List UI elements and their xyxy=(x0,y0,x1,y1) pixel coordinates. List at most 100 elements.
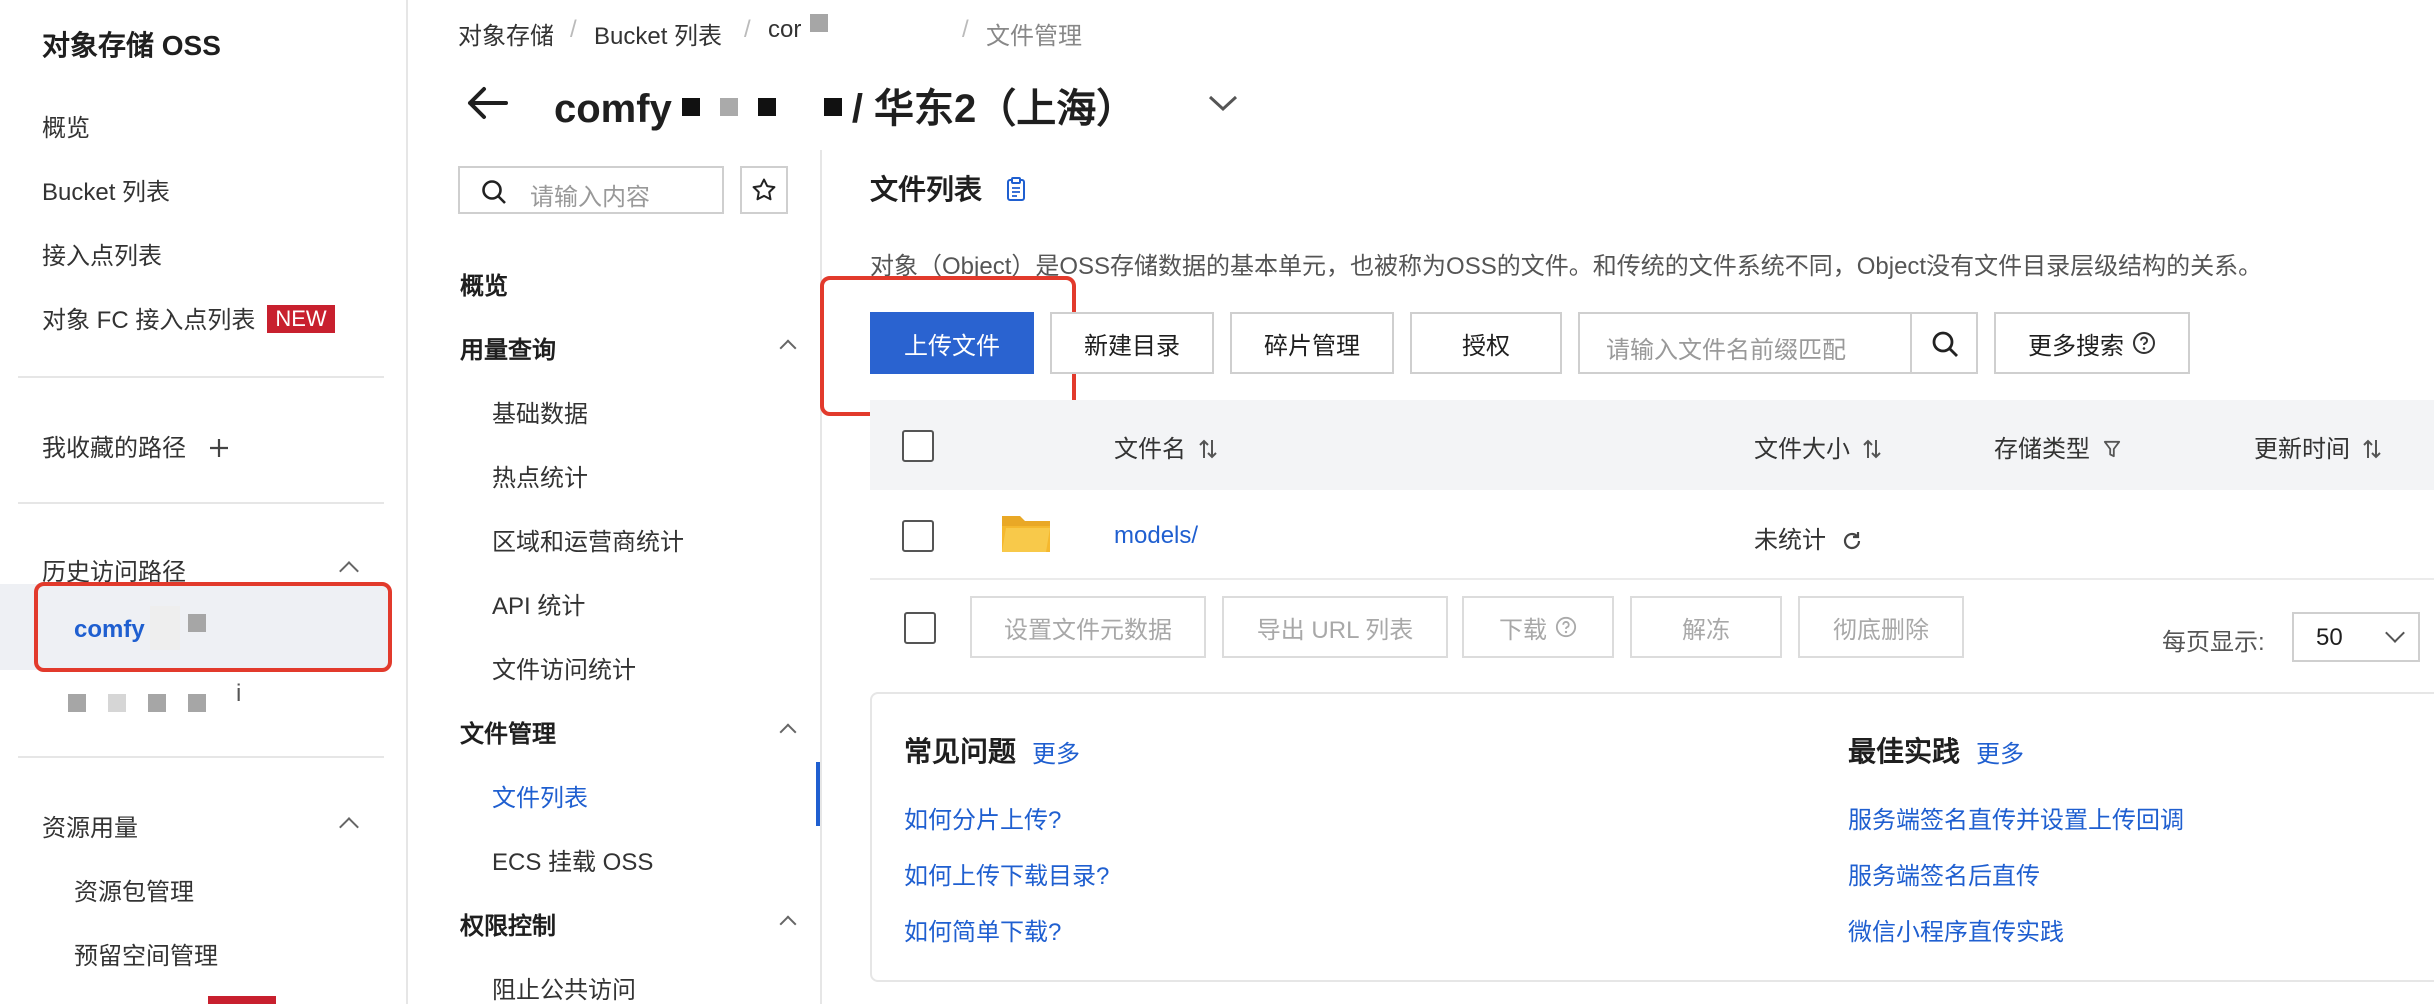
sidebar-item-resource-packages[interactable]: 资源包管理 xyxy=(74,872,194,907)
favorites-header[interactable]: 我收藏的路径 xyxy=(42,428,231,463)
chevron-up-icon[interactable] xyxy=(339,561,359,581)
best-practice-link-wechat[interactable]: 微信小程序直传实践 xyxy=(1848,912,2064,947)
nav-item-file-list[interactable]: 文件列表 xyxy=(492,778,588,813)
resource-header-label[interactable]: 资源用量 xyxy=(42,808,138,843)
plus-icon[interactable] xyxy=(207,436,231,460)
per-page-label: 每页显示: xyxy=(2162,629,2265,656)
breadcrumb-item-file-manage: 文件管理 xyxy=(986,23,1082,50)
redaction-mask xyxy=(108,694,126,712)
nav-item-ecs-mount[interactable]: ECS 挂载 OSS xyxy=(492,842,653,877)
help-card xyxy=(870,692,2434,982)
fragment-manage-button[interactable]: 碎片管理 xyxy=(1230,312,1394,374)
redaction-mask xyxy=(719,98,738,116)
nav-item-basic-data[interactable]: 基础数据 xyxy=(492,394,588,429)
breadcrumb-item-bucket-list[interactable]: Bucket 列表 xyxy=(594,16,722,51)
authorize-button[interactable]: 授权 xyxy=(1410,312,1562,374)
download-button[interactable]: 下载 xyxy=(1462,596,1614,658)
best-practice-more-link[interactable]: 更多 xyxy=(1976,734,2024,769)
highlight-box-upload xyxy=(820,276,1076,416)
divider xyxy=(18,502,384,504)
breadcrumb-separator: / xyxy=(570,16,577,43)
more-search-button[interactable]: 更多搜索 xyxy=(1994,312,2190,374)
per-page-select[interactable]: 50 xyxy=(2292,612,2420,662)
sidebar-item-overview[interactable]: 概览 xyxy=(42,108,90,143)
permanent-delete-button[interactable]: 彻底删除 xyxy=(1798,596,1964,658)
clipboard-icon[interactable] xyxy=(1004,176,1028,202)
breadcrumb-separator: / xyxy=(744,16,751,43)
redaction-mask xyxy=(810,14,828,32)
history-item-2[interactable]: i xyxy=(236,680,241,708)
search-icon[interactable] xyxy=(1930,329,1960,359)
select-all-checkbox[interactable] xyxy=(902,430,934,462)
sidebar-item-label: 对象 FC 接入点列表 xyxy=(42,307,256,334)
set-metadata-button[interactable]: 设置文件元数据 xyxy=(970,596,1206,658)
breadcrumb-item-oss[interactable]: 对象存储 xyxy=(458,16,554,51)
faq-link-directory[interactable]: 如何上传下载目录? xyxy=(904,856,1109,891)
faq-link-multipart[interactable]: 如何分片上传? xyxy=(904,800,1061,835)
nav-item-block-public[interactable]: 阻止公共访问 xyxy=(492,970,636,1004)
unfreeze-button[interactable]: 解冻 xyxy=(1630,596,1782,658)
redaction-mask xyxy=(188,694,206,712)
redaction-mask xyxy=(681,98,700,116)
nav-item-region-isp[interactable]: 区域和运营商统计 xyxy=(492,522,684,557)
file-search-placeholder: 请输入文件名前缀匹配 xyxy=(1606,337,1846,364)
column-header-size[interactable]: 文件大小 xyxy=(1754,429,1881,464)
column-header-updated[interactable]: 更新时间 xyxy=(2254,429,2381,464)
best-practice-link-signed-upload[interactable]: 服务端签名后直传 xyxy=(1848,856,2040,891)
export-url-button[interactable]: 导出 URL 列表 xyxy=(1222,596,1448,658)
sort-icon[interactable] xyxy=(1862,438,1881,460)
sort-icon[interactable] xyxy=(1198,438,1217,460)
nav-group-usage[interactable]: 用量查询 xyxy=(460,330,556,365)
file-size-cell: 未统计 xyxy=(1754,520,1863,555)
redaction-mask xyxy=(757,98,776,116)
help-circle-icon xyxy=(2133,332,2155,354)
object-description: 对象（Object）是OSS存储数据的基本单元，也被称为OSS的文件。和传统的文… xyxy=(870,253,2263,280)
more-search-label: 更多搜索 xyxy=(2028,332,2124,360)
faq-link-simple-download[interactable]: 如何简单下载? xyxy=(904,912,1061,947)
file-name-link[interactable]: models/ xyxy=(1114,522,1198,550)
filter-icon[interactable] xyxy=(2103,438,2121,460)
nav-search-input[interactable]: 请输入内容 xyxy=(458,166,724,214)
column-label: 更新时间 xyxy=(2254,436,2350,463)
column-label: 存储类型 xyxy=(1994,436,2090,463)
back-arrow-icon[interactable] xyxy=(462,78,512,128)
column-header-storage-type[interactable]: 存储类型 xyxy=(1994,429,2121,464)
nav-item-api-stats[interactable]: API 统计 xyxy=(492,586,585,621)
search-separator xyxy=(1910,314,1912,372)
chevron-down-icon[interactable] xyxy=(1206,92,1240,114)
refresh-icon[interactable] xyxy=(1841,530,1863,552)
main-sidebar: 对象存储 OSS 概览 Bucket 列表 接入点列表 对象 FC 接入点列表 N… xyxy=(0,0,408,1004)
chevron-up-icon[interactable] xyxy=(339,817,359,837)
nav-item-file-access[interactable]: 文件访问统计 xyxy=(492,650,636,685)
bucket-region: / 华东2（上海） xyxy=(851,87,1137,131)
sort-icon[interactable] xyxy=(2362,438,2381,460)
bucket-name: comfy xyxy=(554,87,672,131)
sidebar-item-access-points[interactable]: 接入点列表 xyxy=(42,236,162,271)
nav-item-hotspot[interactable]: 热点统计 xyxy=(492,458,588,493)
nav-group-permission[interactable]: 权限控制 xyxy=(460,906,556,941)
breadcrumb-item-bucket[interactable]: cor xyxy=(768,16,801,44)
redaction-mask xyxy=(823,98,842,116)
bulk-select-checkbox[interactable] xyxy=(904,612,936,644)
main-title-text: 文件列表 xyxy=(870,174,983,205)
faq-more-link[interactable]: 更多 xyxy=(1032,734,1080,769)
sidebar-item-reserved-space[interactable]: 预留空间管理 xyxy=(74,936,218,971)
best-practice-title: 最佳实践 xyxy=(1848,736,1961,767)
nav-group-file-manage[interactable]: 文件管理 xyxy=(460,714,556,749)
redaction-mask xyxy=(68,694,86,712)
file-prefix-search-input[interactable]: 请输入文件名前缀匹配 xyxy=(1578,312,1978,374)
best-practice-link-callback[interactable]: 服务端签名直传并设置上传回调 xyxy=(1848,800,2184,835)
chevron-down-icon xyxy=(2385,623,2405,643)
file-size-value: 未统计 xyxy=(1754,527,1826,554)
favorite-star-button[interactable] xyxy=(740,166,788,214)
sidebar-item-bucket-list[interactable]: Bucket 列表 xyxy=(42,172,170,207)
sidebar-item-fc-access-points[interactable]: 对象 FC 接入点列表 NEW xyxy=(42,300,335,335)
breadcrumb-separator: / xyxy=(962,16,969,43)
table-row[interactable] xyxy=(870,490,2434,580)
row-checkbox[interactable] xyxy=(902,520,934,552)
new-directory-button[interactable]: 新建目录 xyxy=(1050,312,1214,374)
nav-item-overview[interactable]: 概览 xyxy=(460,266,508,301)
column-header-name[interactable]: 文件名 xyxy=(1114,429,1217,464)
page-title: comfy / 华东2（上海） xyxy=(554,76,1136,134)
nav-search-placeholder: 请输入内容 xyxy=(530,184,650,211)
